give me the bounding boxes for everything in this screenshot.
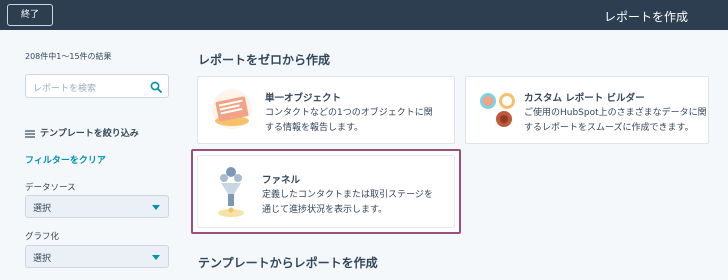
chart-type-value: 選択 — [33, 254, 52, 264]
search-placeholder: レポートを検索 — [33, 84, 97, 94]
card-description: コンタクトなどの1つのオブジェクトに関 — [265, 108, 433, 118]
page-title: レポートを作成 — [604, 10, 689, 24]
custom-report-builder-card[interactable]: カスタム レポート ビルダー ご使用のHubSpot上のさまざまなデータに関 す… — [465, 76, 709, 144]
card-title: ファネル — [262, 175, 301, 186]
single-object-card[interactable]: 単一オブジェクト コンタクトなどの1つのオブジェクトに関 する情報を報告します。 — [197, 76, 455, 144]
funnel-card-inner: ファネル 定義したコンタクトまたは取引ステージを 通じて進捗状況を表示します。 — [197, 155, 455, 228]
single-object-icon — [212, 89, 252, 129]
card-title: 単一オブジェクト — [265, 93, 342, 104]
custom-report-icon — [478, 91, 517, 129]
search-icon[interactable] — [150, 81, 162, 93]
card-description: ご使用のHubSpot上のさまざまなデータに関 — [524, 108, 707, 118]
chevron-down-icon — [152, 205, 160, 210]
search-input[interactable]: レポートを検索 — [25, 74, 169, 98]
card-description: する情報を報告します。 — [265, 123, 364, 133]
templates-section-title: テンプレートからレポートを作成 — [198, 256, 378, 270]
card-description: 定義したコンタクトまたは取引ステージを — [262, 190, 433, 200]
funnel-card[interactable]: ファネル 定義したコンタクトまたは取引ステージを 通じて進捗状況を表示します。 — [191, 149, 461, 234]
filter-icon — [25, 129, 35, 138]
card-description: 通じて進捗状況を表示します。 — [262, 205, 388, 215]
data-source-label: データソース — [25, 183, 76, 193]
filter-heading: テンプレートを絞り込み — [25, 126, 139, 139]
card-description: するレポートをスムーズに作成できます。 — [524, 123, 694, 133]
chart-type-label: グラフ化 — [25, 232, 60, 242]
scratch-section-title: レポートをゼロから作成 — [198, 53, 331, 67]
results-count: 208件中1〜15件の結果 — [25, 52, 112, 61]
chevron-down-icon — [152, 255, 160, 260]
card-title: カスタム レポート ビルダー — [524, 93, 645, 104]
chart-type-select[interactable]: 選択 — [25, 245, 169, 268]
top-bar: 終了 レポートを作成 — [0, 0, 728, 30]
exit-button[interactable]: 終了 — [7, 4, 53, 26]
data-source-select[interactable]: 選択 — [25, 195, 169, 218]
data-source-value: 選択 — [33, 204, 52, 214]
funnel-icon — [218, 167, 244, 217]
clear-filter-link[interactable]: フィルターをクリア — [25, 153, 106, 166]
filter-heading-label: テンプレートを絞り込み — [40, 129, 139, 139]
